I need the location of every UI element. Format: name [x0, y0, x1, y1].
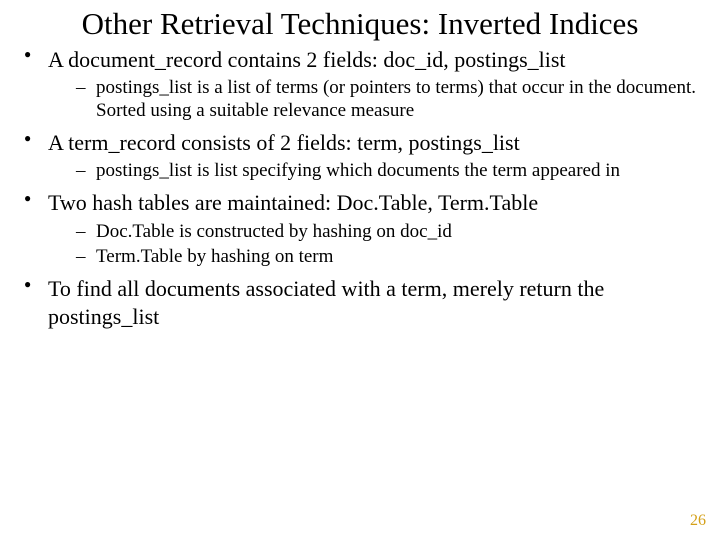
sub-list: postings_list is a list of terms (or poi… — [48, 77, 702, 123]
bullet-text: Two hash tables are maintained: Doc.Tabl… — [48, 190, 538, 215]
bullet-list: A document_record contains 2 fields: doc… — [18, 46, 702, 330]
sub-item: Term.Table by hashing on term — [74, 246, 702, 269]
bullet-item: A term_record consists of 2 fields: term… — [18, 129, 702, 183]
sub-item: postings_list is list specifying which d… — [74, 160, 702, 183]
sub-list: postings_list is list specifying which d… — [48, 160, 702, 183]
page-number: 26 — [690, 512, 706, 530]
slide-title: Other Retrieval Techniques: Inverted Ind… — [0, 0, 720, 42]
bullet-item: A document_record contains 2 fields: doc… — [18, 46, 702, 123]
bullet-text: A term_record consists of 2 fields: term… — [48, 130, 520, 155]
sub-item: Doc.Table is constructed by hashing on d… — [74, 221, 702, 244]
bullet-item: To find all documents associated with a … — [18, 275, 702, 330]
bullet-item: Two hash tables are maintained: Doc.Tabl… — [18, 189, 702, 269]
sub-list: Doc.Table is constructed by hashing on d… — [48, 221, 702, 270]
bullet-text: To find all documents associated with a … — [48, 276, 604, 329]
sub-item: postings_list is a list of terms (or poi… — [74, 77, 702, 123]
slide: Other Retrieval Techniques: Inverted Ind… — [0, 0, 720, 540]
bullet-text: A document_record contains 2 fields: doc… — [48, 47, 566, 72]
slide-body: A document_record contains 2 fields: doc… — [0, 46, 720, 330]
